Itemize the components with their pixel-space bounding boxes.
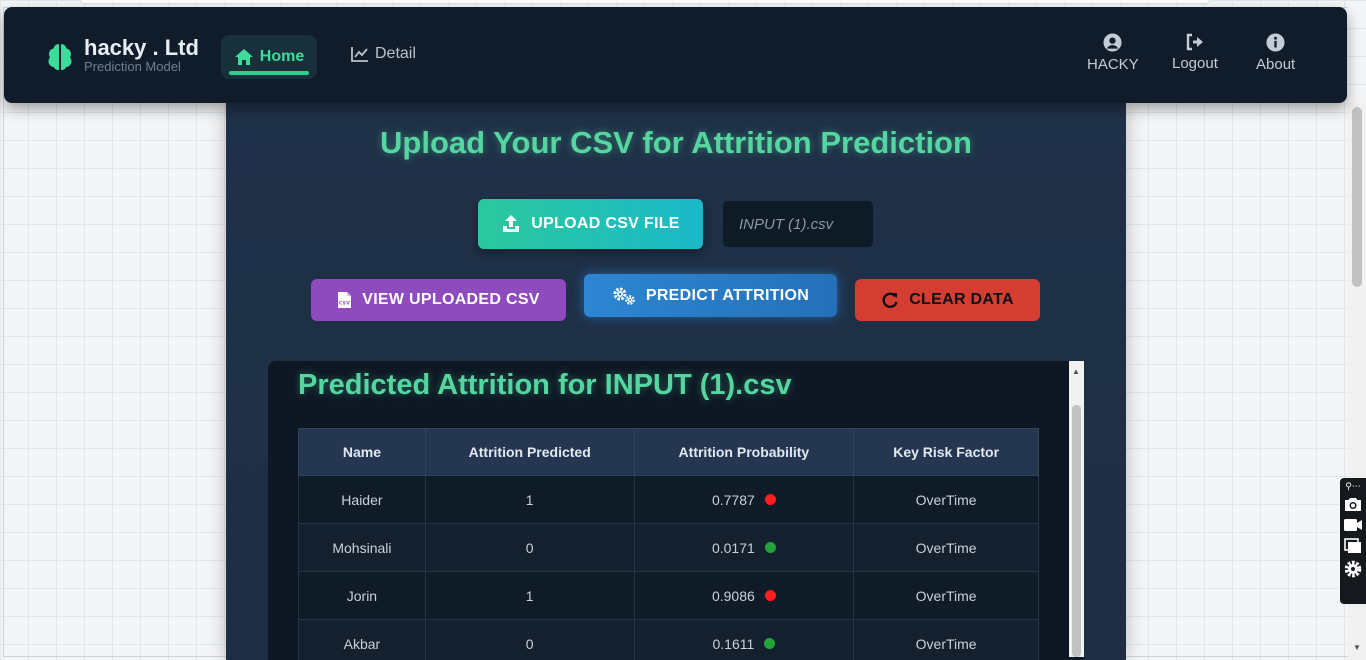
upload-card: Upload Your CSV for Attrition Prediction… (226, 103, 1126, 660)
clear-data-label: CLEAR DATA (909, 291, 1014, 308)
cell-risk-factor: OverTime (853, 619, 1039, 660)
refresh-icon (882, 292, 898, 308)
nav-user-label: HACKY (1087, 56, 1139, 73)
cell-probability: 0.1611 (633, 619, 855, 660)
capture-toolbar: ⚲⋯ (1340, 478, 1366, 604)
brand[interactable]: hacky . Ltd Prediction Model (44, 37, 199, 75)
scroll-down-arrow-icon[interactable]: ▼ (1353, 643, 1361, 652)
cell-risk-factor: OverTime (853, 523, 1039, 572)
cell-name: Haider (298, 475, 426, 524)
table-row: Akbar 0 0.1611 OverTime (298, 619, 1039, 660)
svg-text:CSV: CSV (339, 301, 350, 307)
nav-logout-label: Logout (1172, 55, 1218, 72)
results-title: Predicted Attrition for INPUT (1).csv (298, 369, 792, 401)
predict-attrition-button[interactable]: PREDICT ATTRITION (584, 274, 837, 317)
probability-value: 0.0171 (711, 539, 755, 556)
view-uploaded-csv-button[interactable]: CSV VIEW UPLOADED CSV (311, 279, 566, 321)
low-risk-dot-icon (764, 637, 776, 649)
probability-value: 0.7787 (711, 491, 755, 508)
predict-attrition-label: PREDICT ATTRITION (645, 286, 810, 304)
cell-name: Akbar (298, 619, 426, 660)
selected-file-name: INPUT (1).csv (723, 201, 873, 247)
results-scrollbar-thumb[interactable] (1072, 405, 1081, 657)
more-options-icon[interactable]: ⚲⋯ (1345, 482, 1361, 491)
high-risk-dot-icon (764, 493, 776, 505)
upload-csv-label: UPLOAD CSV FILE (531, 215, 680, 232)
column-header: Attrition Predicted (424, 428, 635, 476)
navbar: hacky . Ltd Prediction Model Home Detail… (4, 7, 1347, 103)
column-header: Attrition Probability (633, 428, 855, 476)
nav-home-label: Home (259, 48, 305, 65)
nav-about-label: About (1256, 56, 1296, 73)
column-header: Name (298, 428, 426, 476)
user-circle-icon (1103, 33, 1122, 52)
nav-detail-label: Detail (375, 45, 416, 62)
results-panel: Predicted Attrition for INPUT (1).csv Na… (268, 361, 1084, 660)
table-row: Jorin 1 0.9086 OverTime (298, 571, 1039, 620)
nav-detail[interactable]: Detail (351, 45, 416, 63)
cell-predicted: 1 (424, 475, 635, 524)
cell-probability: 0.9086 (633, 571, 855, 620)
high-risk-dot-icon (764, 589, 776, 601)
nav-logout[interactable]: Logout (1172, 33, 1218, 72)
browser-top-strip (80, 0, 1210, 4)
table-row: Haider 1 0.7787 OverTime (298, 475, 1039, 524)
home-icon (234, 49, 253, 65)
page-scrollbar-thumb[interactable] (1352, 107, 1362, 287)
window-capture-icon[interactable] (1344, 538, 1362, 554)
cell-risk-factor: OverTime (853, 475, 1039, 524)
table-row: Mohsinali 0 0.0171 OverTime (298, 523, 1039, 572)
probability-value: 0.9086 (711, 587, 755, 604)
results-scrollbar[interactable]: ▲ (1069, 361, 1084, 657)
upload-icon (503, 215, 520, 232)
video-camera-icon[interactable] (1343, 518, 1363, 532)
brand-subtitle: Prediction Model (84, 59, 181, 74)
view-uploaded-csv-label: VIEW UPLOADED CSV (362, 291, 540, 308)
chart-line-icon (351, 47, 368, 62)
nav-user[interactable]: HACKY (1087, 33, 1139, 73)
brand-title: hacky . Ltd (84, 35, 199, 60)
camera-icon[interactable] (1344, 497, 1362, 512)
probability-value: 0.1611 (712, 635, 755, 652)
brain-icon (48, 44, 72, 70)
cell-predicted: 0 (424, 619, 635, 660)
cell-name: Mohsinali (298, 523, 426, 572)
clear-data-button[interactable]: CLEAR DATA (855, 279, 1040, 321)
cell-risk-factor: OverTime (853, 571, 1039, 620)
cell-probability: 0.7787 (633, 475, 855, 524)
low-risk-dot-icon (764, 541, 776, 553)
nav-home[interactable]: Home (221, 35, 317, 79)
scroll-up-arrow-icon[interactable]: ▲ (1072, 367, 1080, 376)
page-title: Upload Your CSV for Attrition Prediction (380, 125, 972, 160)
logout-icon (1186, 33, 1203, 51)
gears-icon (613, 287, 635, 305)
settings-gear-icon[interactable] (1344, 560, 1362, 578)
info-icon (1266, 33, 1285, 52)
nav-about[interactable]: About (1256, 33, 1295, 73)
upload-csv-button[interactable]: UPLOAD CSV FILE (478, 199, 703, 249)
cell-predicted: 1 (424, 571, 635, 620)
prediction-table: Name Attrition Predicted Attrition Proba… (298, 428, 1039, 660)
cell-probability: 0.0171 (633, 523, 855, 572)
csv-file-icon: CSV (338, 292, 352, 308)
column-header: Key Risk Factor (853, 428, 1039, 476)
table-header-row: Name Attrition Predicted Attrition Proba… (298, 428, 1039, 476)
cell-predicted: 0 (424, 523, 635, 572)
cell-name: Jorin (298, 571, 426, 620)
